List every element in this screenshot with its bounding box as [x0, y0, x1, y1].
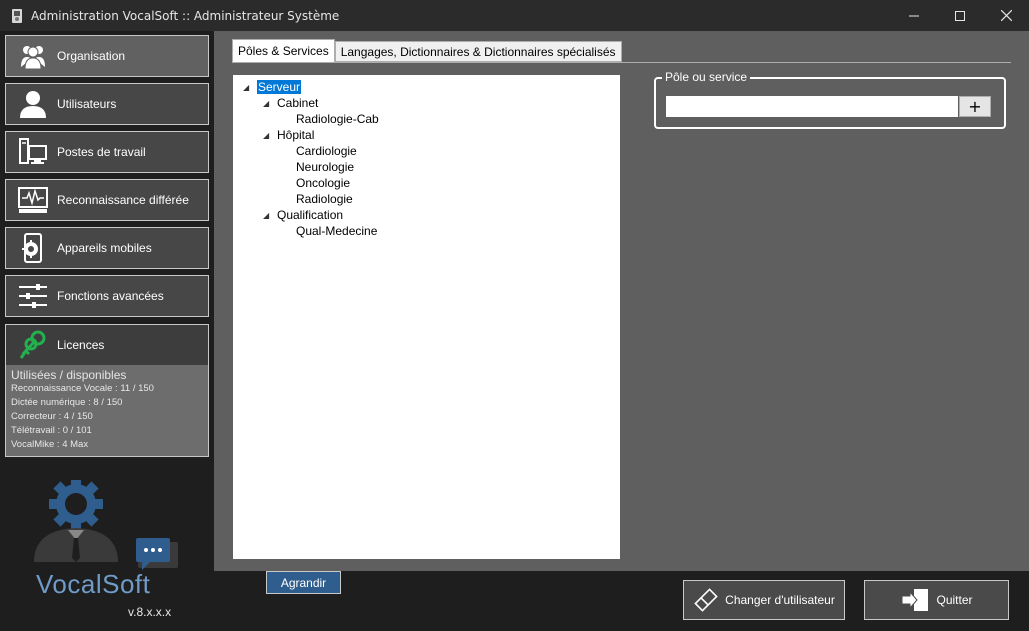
tree-label: Hôpital	[277, 128, 315, 142]
collapse-arrow-icon[interactable]: ◢	[263, 131, 271, 140]
plus-icon: +	[968, 97, 982, 116]
sidebar-item-organisation[interactable]: Organisation	[5, 35, 209, 77]
licence-details: Utilisées / disponibles Reconnaissance V…	[6, 365, 208, 456]
sidebar-item-label: Fonctions avancées	[57, 289, 164, 303]
main-panel: Pôles & Services Langages, Dictionnaires…	[214, 31, 1029, 571]
licences-label: Licences	[57, 338, 105, 352]
quit-button[interactable]: Quitter	[864, 580, 1009, 620]
sidebar-item-label: Appareils mobiles	[57, 241, 152, 255]
add-pole-button[interactable]: +	[959, 96, 991, 117]
minimize-icon	[909, 15, 919, 16]
app-icon	[12, 8, 22, 23]
window-title: Administration VocalSoft :: Administrate…	[31, 8, 340, 23]
users-icon	[17, 40, 49, 72]
maximize-icon	[955, 10, 965, 21]
licence-title: Utilisées / disponibles	[11, 368, 127, 382]
tree-node-leaf[interactable]: Oncologie	[296, 175, 350, 191]
tree-label: Qual-Medecine	[296, 224, 378, 238]
brand-name: VocalSoft	[36, 569, 151, 599]
quit-label: Quitter	[936, 593, 973, 607]
tree-node-leaf[interactable]: Radiologie-Cab	[296, 111, 379, 127]
tree-label: Cardiologie	[296, 144, 357, 158]
sidebar-item-postes[interactable]: Postes de travail	[5, 131, 209, 173]
maximize-button[interactable]	[937, 0, 983, 31]
collapse-arrow-icon[interactable]: ◢	[263, 211, 271, 220]
sidebar-item-label: Reconnaissance différée	[57, 193, 189, 207]
sidebar-item-utilisateurs[interactable]: Utilisateurs	[5, 83, 209, 125]
collapse-arrow-icon[interactable]: ◢	[243, 83, 251, 92]
version-label: v.8.x.x.x	[128, 605, 172, 619]
tree-label: Cabinet	[277, 96, 319, 110]
sidebar-item-fonctions[interactable]: Fonctions avancées	[5, 275, 209, 317]
tree-node-root[interactable]: ◢ Serveur	[243, 79, 302, 95]
tree-label: Qualification	[277, 208, 344, 222]
tree-node-group[interactable]: ◢ Qualification	[263, 207, 343, 223]
user-icon	[17, 88, 49, 120]
collapse-arrow-icon[interactable]: ◢	[263, 99, 271, 108]
close-button[interactable]	[983, 0, 1029, 31]
licence-line: Dictée numérique : 8 / 150	[11, 397, 123, 408]
change-user-button[interactable]: Changer d'utilisateur	[683, 580, 845, 620]
sidebar-item-label: Postes de travail	[57, 145, 146, 159]
tab-divider	[232, 62, 1011, 63]
sidebar-item-label: Organisation	[57, 49, 126, 63]
sidebar-item-reconnaissance[interactable]: Reconnaissance différée	[5, 179, 209, 221]
tree-label: Radiologie	[296, 192, 353, 206]
tree-node-leaf[interactable]: Radiologie	[296, 191, 353, 207]
tree-node-group[interactable]: ◢ Cabinet	[263, 95, 318, 111]
monitor-waveform-icon	[17, 184, 49, 216]
tree-node-leaf[interactable]: Cardiologie	[296, 143, 357, 159]
tree-label: Neurologie	[296, 160, 355, 174]
licence-line: Correcteur : 4 / 150	[11, 411, 93, 422]
sidebar-item-licences[interactable]: Licences	[6, 325, 208, 365]
tree-label: Oncologie	[296, 176, 351, 190]
minimize-button[interactable]	[891, 0, 937, 31]
close-icon	[1000, 10, 1012, 21]
organisation-tree[interactable]: ◢ Serveur ◢ Cabinet Radiologie-Cab ◢ Hôp…	[233, 75, 620, 559]
agrandir-button[interactable]: Agrandir	[266, 571, 341, 594]
eraser-icon	[693, 587, 719, 613]
licence-line: Reconnaissance Vocale : 11 / 150	[11, 383, 154, 394]
licence-panel: Licences Utilisées / disponibles Reconna…	[5, 324, 209, 457]
pole-service-group: Pôle ou service +	[654, 70, 1006, 129]
tree-label: Serveur	[257, 80, 302, 94]
tab-bar: Pôles & Services Langages, Dictionnaires…	[232, 39, 622, 63]
licence-line: Télétravail : 0 / 101	[11, 425, 92, 436]
licence-line: VocalMike : 4 Max	[11, 439, 89, 450]
title-bar: Administration VocalSoft :: Administrate…	[0, 0, 1029, 31]
keys-icon	[17, 329, 49, 361]
tree-label: Radiologie-Cab	[296, 112, 379, 126]
pole-service-input[interactable]	[666, 96, 958, 117]
exit-icon	[900, 587, 930, 613]
group-legend: Pôle ou service	[662, 70, 751, 84]
change-user-label: Changer d'utilisateur	[725, 593, 835, 607]
tab-langages[interactable]: Langages, Dictionnaires & Dictionnaires …	[334, 41, 622, 62]
sliders-icon	[17, 280, 49, 312]
sidebar: Organisation Utilisateurs Postes de trav…	[0, 31, 214, 631]
workstation-icon	[17, 136, 49, 168]
tree-node-leaf[interactable]: Neurologie	[296, 159, 354, 175]
sidebar-item-appareils[interactable]: Appareils mobiles	[5, 227, 209, 269]
tree-node-leaf[interactable]: Qual-Medecine	[296, 223, 377, 239]
tree-node-group[interactable]: ◢ Hôpital	[263, 127, 314, 143]
tab-poles-services[interactable]: Pôles & Services	[232, 39, 335, 62]
sidebar-item-label: Utilisateurs	[57, 97, 117, 111]
mobile-gear-icon	[17, 232, 49, 264]
